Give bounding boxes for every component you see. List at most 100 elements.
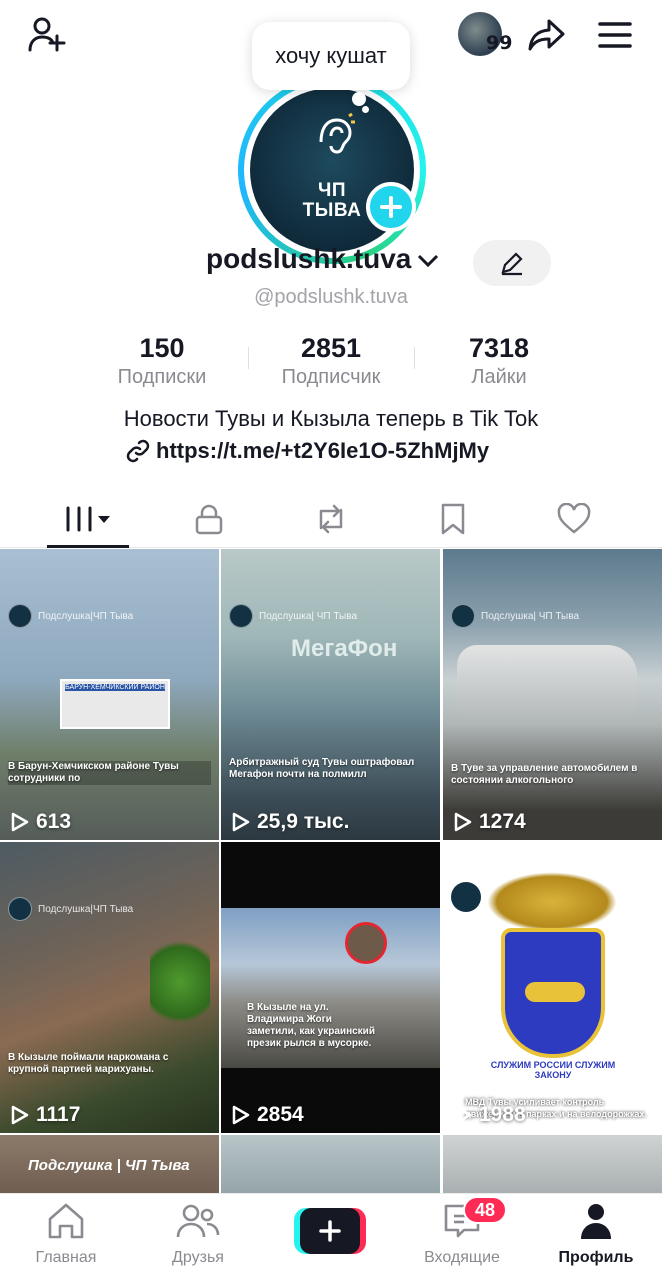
chevron-down-icon: [418, 254, 439, 268]
nav-friends[interactable]: Друзья: [138, 1202, 258, 1267]
video-tile[interactable]: В Кызыле на ул. Владимира Жоги заметили,…: [221, 842, 440, 1133]
view-count: 1988: [451, 1103, 526, 1127]
video-tile[interactable]: [221, 1135, 440, 1195]
car-image: [457, 645, 637, 715]
note-bubble[interactable]: хочу кушат: [252, 22, 410, 90]
nav-profile[interactable]: Профиль: [536, 1202, 656, 1267]
view-count: 613: [8, 810, 71, 834]
video-caption: В Кызыле на ул. Владимира Жоги заметили,…: [247, 1002, 375, 1049]
video-tile[interactable]: БАРУН-ХЕМЧИКСКИЙ РАЙОН Подслушка|ЧП Тыва…: [0, 549, 219, 840]
friends-icon: [176, 1204, 220, 1238]
stat-followers-label: Подписчик: [281, 366, 381, 388]
lock-icon: [195, 504, 223, 535]
menu-icon[interactable]: [592, 12, 638, 58]
video-thumbnail: [221, 1135, 440, 1195]
watermark-logo: [451, 882, 481, 912]
stat-following-label: Подписки: [117, 366, 207, 388]
view-count: 25,9 тыс.: [229, 810, 349, 834]
view-count: 2854: [229, 1103, 304, 1127]
watermark-text: Подслушка|ЧП Тыва: [38, 903, 134, 915]
road-sign-image: БАРУН-ХЕМЧИКСКИЙ РАЙОН: [60, 679, 170, 729]
note-text: хочу кушат: [275, 43, 387, 68]
video-thumbnail: [443, 1135, 662, 1195]
stat-likes-value: 7318: [468, 333, 530, 363]
bio-link[interactable]: https://t.me/+t2Y6Ie1O-5ZhMjMy: [126, 438, 489, 464]
heart-icon: [557, 503, 591, 534]
video-caption: В Туве за управление автомобилем в состо…: [451, 763, 638, 786]
video-tile[interactable]: Подслушка| ЧП Тыва В Туве за управление …: [443, 549, 662, 840]
video-tile[interactable]: Подслушка|ЧП Тыва В Кызыле поймали нарко…: [0, 842, 219, 1133]
video-watermark: Подслушка| ЧП Тыва: [229, 604, 357, 628]
video-tile[interactable]: Подслушка | ЧП Тыва: [0, 1135, 219, 1195]
stat-following[interactable]: 150 Подписки: [102, 333, 222, 389]
add-user-icon[interactable]: [24, 12, 68, 56]
stat-followers[interactable]: 2851 Подписчик: [266, 333, 396, 389]
watermark-logo: [451, 604, 475, 628]
tab-liked[interactable]: [533, 490, 615, 548]
home-icon: [48, 1203, 84, 1239]
video-watermark: Подслушка|ЧП Тыва: [8, 897, 133, 921]
add-story-button[interactable]: [366, 182, 416, 232]
video-title-overlay: Подслушка | ЧП Тыва: [28, 1157, 190, 1174]
avatar[interactable]: ЧП ТЫВА: [238, 76, 426, 264]
watermark-text: Подслушка| ЧП Тыва: [259, 610, 358, 622]
video-thumbnail: [221, 549, 440, 840]
avatar-text-line2: ТЫВА: [302, 200, 362, 221]
emblem-animal: [525, 982, 585, 1002]
tab-videos[interactable]: [47, 490, 129, 548]
stat-likes-label: Лайки: [471, 366, 527, 388]
bubble-tail-small: [362, 106, 369, 113]
nav-home[interactable]: Главная: [6, 1202, 126, 1267]
police-emblem-shield: [501, 928, 605, 1058]
tab-active-indicator: [47, 545, 129, 548]
stat-likes[interactable]: 7318 Лайки: [438, 333, 560, 389]
profile-tabs: [0, 490, 662, 548]
tab-saved[interactable]: [412, 490, 494, 548]
play-icon: [454, 812, 472, 832]
friend-count: 99: [486, 32, 513, 54]
play-icon: [232, 812, 250, 832]
video-tile[interactable]: МегаФон Подслушка| ЧП Тыва Арбитражный с…: [221, 549, 440, 840]
plant-image: [150, 932, 210, 1032]
share-icon[interactable]: [524, 12, 570, 58]
nav-home-label: Главная: [35, 1249, 97, 1266]
view-count: 1117: [8, 1103, 80, 1127]
tab-reposts[interactable]: [290, 490, 372, 548]
create-button-face: [300, 1208, 360, 1254]
watermark-logo: [229, 604, 253, 628]
video-caption: В Кызыле поймали наркомана с крупной пар…: [8, 1052, 169, 1075]
create-button[interactable]: [294, 1208, 366, 1254]
edit-profile-button[interactable]: [473, 240, 551, 286]
pencil-icon: [501, 252, 523, 276]
circled-person-image: [345, 922, 387, 964]
view-count-text: 2854: [257, 1103, 304, 1126]
play-icon: [454, 1105, 472, 1125]
avatar-text-line1: ЧП: [317, 180, 346, 201]
eagle-emblem: [487, 872, 617, 932]
video-watermark: Подслушка| ЧП Тыва: [451, 604, 579, 628]
username-switcher[interactable]: podslushk.tuva: [206, 243, 439, 275]
view-count: 1274: [451, 810, 526, 834]
video-caption: Арбитражный суд Тувы оштрафовал Мегафон …: [229, 757, 415, 780]
username: podslushk.tuva: [206, 243, 412, 274]
video-caption: В Барун-Хемчикском районе Тувы сотрудник…: [8, 761, 211, 785]
video-tile[interactable]: [443, 1135, 662, 1195]
video-watermark: Подслушка|ЧП Тыва: [8, 604, 133, 628]
watermark-text: Подслушка| ЧП Тыва: [481, 610, 580, 622]
handle: @podslushk.tuva: [254, 286, 408, 308]
bottom-navigation: Главная Друзья Входящие Профиль: [0, 1193, 662, 1280]
bubble-tail: [352, 92, 366, 106]
profile-stats: 150 Подписки 2851 Подписчик 7318 Лайки: [0, 333, 662, 393]
view-count-text: 1988: [479, 1103, 526, 1126]
videos-grid-icon: [66, 506, 110, 532]
view-count-text: 25,9 тыс.: [257, 810, 350, 833]
nav-inbox-label: Входящие: [424, 1249, 500, 1266]
tab-private[interactable]: [168, 490, 250, 548]
stat-followers-value: 2851: [300, 333, 362, 363]
play-icon: [11, 1105, 29, 1125]
video-tile[interactable]: СЛУЖИМ РОССИИ СЛУЖИМ ЗАКОНУ МВД Тувы уси…: [443, 842, 662, 1133]
road-sign-text: БАРУН-ХЕМЧИКСКИЙ РАЙОН: [65, 684, 165, 691]
bio: Новости Тувы и Кызыла теперь в Tik Tok: [123, 406, 539, 431]
bookmark-icon: [441, 503, 465, 535]
bio-link-text: https://t.me/+t2Y6Ie1O-5ZhMjMy: [156, 438, 490, 463]
